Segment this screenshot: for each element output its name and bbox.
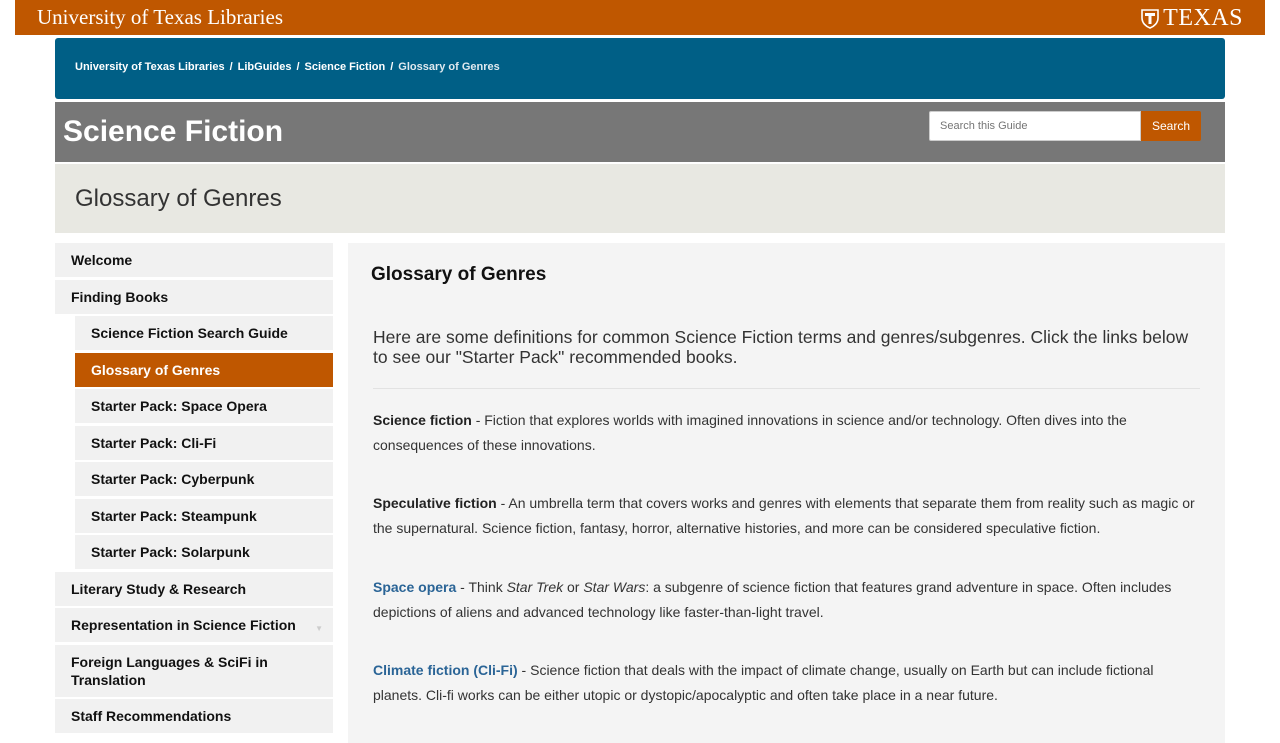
title-star-trek: Star Trek (506, 579, 564, 595)
guide-title: Science Fiction (63, 115, 284, 148)
content-panel: Glossary of Genres Here are some definit… (348, 243, 1225, 743)
ut-shield-icon (1141, 8, 1159, 29)
breadcrumb-link-science-fiction[interactable]: Science Fiction (305, 61, 386, 73)
glossary-definition: - An umbrella term that covers works and… (373, 495, 1195, 536)
sidebar-item-welcome[interactable]: Welcome (55, 243, 333, 277)
divider (373, 388, 1200, 389)
sidebar-item-literary-study[interactable]: Literary Study & Research (55, 571, 333, 606)
breadcrumb-bar: University of Texas Libraries / LibGuides /… (55, 38, 1225, 99)
breadcrumb: University of Texas Libraries / LibGuides /… (75, 61, 500, 73)
sidebar-item-glossary[interactable]: Glossary of Genres (75, 352, 333, 387)
sidebar-item-representation[interactable]: Representation in Science Fiction ▼ (55, 608, 333, 642)
glossary-entry: Climate fiction (Cli-Fi) - Science ficti… (373, 658, 1203, 707)
texas-logo-link[interactable]: TEXAS (1141, 5, 1243, 32)
breadcrumb-separator: / (229, 61, 233, 73)
glossary-definition: - Fiction that explores worlds with imag… (373, 412, 1127, 453)
search-button[interactable]: Search (1141, 111, 1201, 141)
glossary-definition-part: - Think (456, 579, 507, 595)
sidebar-item-steampunk[interactable]: Starter Pack: Steampunk (75, 498, 333, 533)
space-opera-link[interactable]: Space opera (373, 579, 456, 595)
glossary-entry: Science fiction - Fiction that explores … (373, 408, 1203, 457)
sidebar-item-staff-recommendations[interactable]: Staff Recommendations (55, 699, 333, 733)
sidebar-item-finding-books[interactable]: Finding Books (55, 279, 333, 314)
intro-text: Here are some definitions for common Sci… (373, 327, 1189, 367)
search-input[interactable] (929, 111, 1141, 141)
caret-down-icon[interactable]: ▼ (315, 620, 323, 638)
glossary-entry: Speculative fiction - An umbrella term t… (373, 491, 1203, 540)
glossary-entry: Space opera - Think Star Trek or Star Wa… (373, 575, 1203, 624)
glossary-definition-part: or (563, 579, 584, 595)
breadcrumb-current: Glossary of Genres (398, 61, 500, 73)
glossary-term: Science fiction (373, 412, 472, 428)
climate-fiction-link[interactable]: Climate fiction (Cli-Fi) (373, 662, 518, 678)
site-brand-link[interactable]: University of Texas Libraries (37, 5, 283, 30)
breadcrumb-separator: / (296, 61, 300, 73)
guide-header: Science Fiction Search (55, 102, 1225, 162)
breadcrumb-link-libguides[interactable]: LibGuides (238, 61, 292, 73)
texas-wordmark: TEXAS (1163, 5, 1243, 31)
glossary-term: Speculative fiction (373, 495, 497, 511)
breadcrumb-link-ut-libraries[interactable]: University of Texas Libraries (75, 61, 225, 73)
sidebar-item-cli-fi[interactable]: Starter Pack: Cli-Fi (75, 425, 333, 460)
sidebar-nav: Welcome Finding Books Science Fiction Se… (55, 243, 333, 736)
sidebar-item-solarpunk[interactable]: Starter Pack: Solarpunk (75, 535, 333, 569)
sidebar-item-foreign-languages[interactable]: Foreign Languages & SciFi in Translation (55, 644, 333, 697)
sidebar-item-space-opera[interactable]: Starter Pack: Space Opera (75, 389, 333, 423)
content-heading: Glossary of Genres (371, 264, 547, 285)
title-star-wars: Star Wars (583, 579, 646, 595)
sidebar-item-search-guide[interactable]: Science Fiction Search Guide (75, 316, 333, 350)
breadcrumb-separator: / (390, 61, 394, 73)
sidebar-item-label: Representation in Science Fiction (71, 617, 296, 633)
page-title: Glossary of Genres (75, 185, 282, 212)
sidebar-item-cyberpunk[interactable]: Starter Pack: Cyberpunk (75, 462, 333, 496)
page-header: Glossary of Genres (55, 164, 1225, 233)
site-header: University of Texas Libraries TEXAS (15, 0, 1265, 35)
